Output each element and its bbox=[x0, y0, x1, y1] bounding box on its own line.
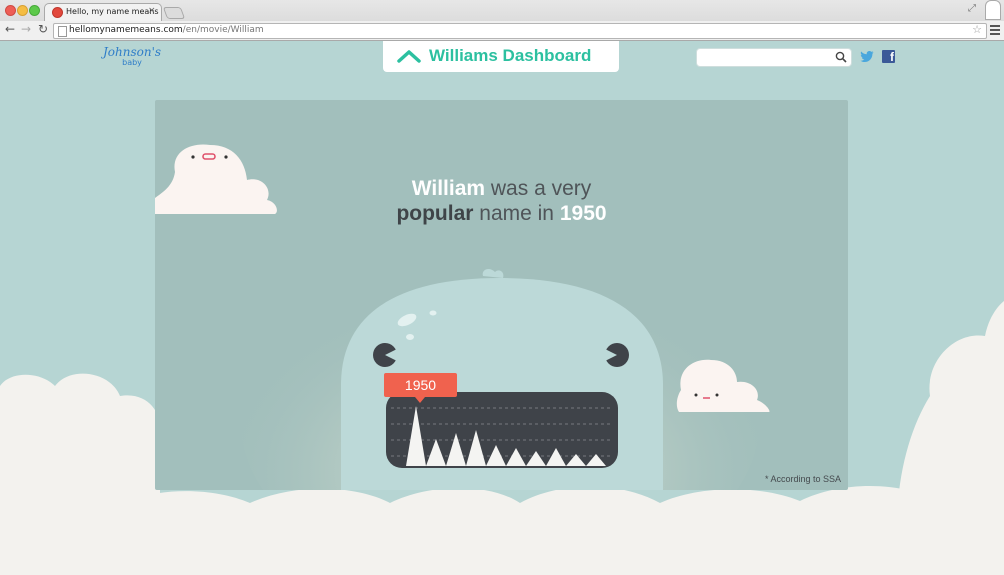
minimize-window-button[interactable] bbox=[17, 5, 28, 16]
headline-name: William bbox=[411, 177, 486, 200]
back-icon[interactable]: ← bbox=[5, 22, 15, 36]
url-path: /en/movie/William bbox=[182, 25, 264, 35]
headline: William was a very popular name in 1950 bbox=[155, 176, 848, 226]
search-icon[interactable] bbox=[835, 51, 847, 63]
search-input[interactable] bbox=[702, 52, 831, 70]
cloud-character-right bbox=[676, 359, 770, 412]
headline-year: 1950 bbox=[559, 202, 607, 225]
tab-title: Hello, my name means bbox=[66, 7, 159, 16]
page-title: Williams Dashboard bbox=[429, 46, 592, 65]
profile-icon[interactable] bbox=[985, 0, 1001, 20]
johnsons-baby-logo[interactable]: Johnson's baby bbox=[103, 46, 161, 67]
twitter-icon[interactable] bbox=[860, 51, 874, 62]
logo-sub-text: baby bbox=[122, 58, 142, 67]
close-window-button[interactable] bbox=[5, 5, 16, 16]
headline-text-2: name in bbox=[479, 202, 554, 225]
tab-close-icon[interactable]: × bbox=[148, 6, 156, 16]
headline-text-1: was a very bbox=[490, 177, 592, 200]
new-tab-button[interactable] bbox=[162, 7, 186, 19]
browser-tab[interactable]: Hello, my name means × bbox=[44, 3, 162, 22]
hero-illustration bbox=[155, 144, 770, 490]
fullscreen-icon[interactable]: ⤢ bbox=[968, 3, 976, 14]
logo-main-text: Johnson's bbox=[103, 45, 162, 59]
facebook-icon[interactable]: f bbox=[882, 50, 895, 63]
browser-chrome: Hello, my name means × ⤢ ← → ↻ hellomyna… bbox=[0, 0, 1004, 41]
page-icon bbox=[58, 26, 67, 37]
reload-icon[interactable]: ↻ bbox=[38, 22, 48, 36]
favicon-icon bbox=[52, 7, 63, 18]
footnote: * According to SSA bbox=[764, 474, 841, 484]
search-box bbox=[696, 48, 852, 70]
hero-panel: William was a very popular name in 1950 … bbox=[155, 100, 848, 490]
zoom-window-button[interactable] bbox=[29, 5, 40, 16]
page: Johnson's baby Williams Dashboard f Will… bbox=[0, 41, 1004, 575]
selected-year-tag[interactable]: 1950 bbox=[384, 373, 457, 403]
chevron-up-icon bbox=[397, 50, 421, 63]
forward-icon[interactable]: → bbox=[21, 22, 31, 36]
headline-popularity-word: popular bbox=[396, 202, 474, 225]
address-bar[interactable]: hellomynamemeans.com/en/movie/William ☆ bbox=[53, 23, 987, 39]
bookmark-star-icon[interactable]: ☆ bbox=[972, 23, 982, 36]
browser-toolbar: ← → ↻ hellomynamemeans.com/en/movie/Will… bbox=[0, 21, 1004, 40]
menu-icon[interactable] bbox=[990, 25, 1000, 37]
dashboard-title-box[interactable]: Williams Dashboard bbox=[383, 41, 619, 72]
url-text[interactable]: hellomynamemeans.com/en/movie/William bbox=[69, 25, 264, 35]
url-domain: hellomynamemeans.com bbox=[69, 25, 183, 35]
